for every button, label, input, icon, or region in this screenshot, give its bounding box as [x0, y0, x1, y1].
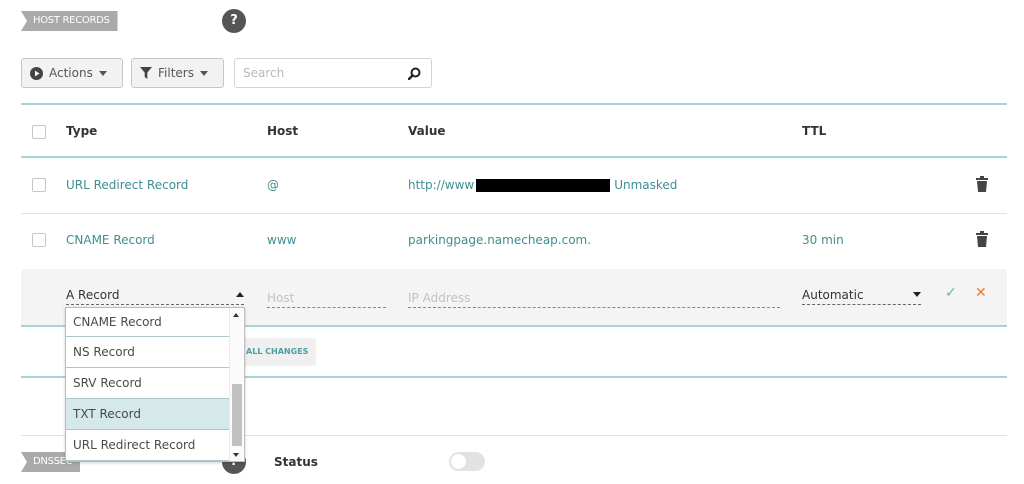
record-host[interactable]: @ [267, 178, 279, 192]
dropdown-scrollbar[interactable] [229, 308, 243, 461]
record-host[interactable]: www [267, 233, 296, 247]
search-input[interactable] [243, 66, 408, 80]
dropdown-option-highlighted[interactable]: TXT Record [66, 399, 229, 430]
dnssec-status-toggle[interactable] [449, 452, 485, 471]
chevron-up-icon [236, 292, 244, 297]
ttl-select-value: Automatic [802, 287, 864, 302]
record-value-suffix: Unmasked [614, 178, 678, 192]
cancel-x-icon[interactable]: ✕ [975, 285, 987, 301]
ttl-select[interactable]: Automatic [802, 285, 921, 305]
host-records-tag: HOST RECORDS [21, 11, 118, 31]
scroll-down-arrow-icon[interactable] [233, 453, 239, 457]
dnssec-status-label: Status [274, 455, 318, 469]
record-ttl[interactable]: 30 min [802, 233, 844, 247]
chevron-down-icon [98, 70, 107, 76]
select-all-checkbox[interactable] [32, 125, 46, 139]
actions-button[interactable]: Actions [21, 58, 123, 88]
redacted-block [476, 179, 611, 192]
record-value[interactable]: parkingpage.namecheap.com. [408, 233, 591, 247]
column-header-ttl: TTL [802, 124, 827, 138]
column-header-type: Type [66, 124, 98, 138]
type-select-value: A Record [66, 287, 120, 302]
filters-label: Filters [158, 66, 194, 80]
scrollbar-thumb[interactable] [232, 384, 242, 446]
toggle-knob [451, 454, 466, 469]
record-type[interactable]: URL Redirect Record [66, 178, 188, 192]
help-icon[interactable]: ? [222, 9, 246, 33]
divider [21, 213, 1007, 214]
record-type[interactable]: CNAME Record [66, 233, 155, 247]
search-icon[interactable] [408, 67, 421, 80]
search-box [234, 58, 432, 88]
dropdown-option[interactable]: CNAME Record [66, 308, 229, 337]
column-header-value: Value [408, 124, 446, 138]
chevron-down-icon [913, 292, 921, 297]
dropdown-option[interactable]: SRV Record [66, 368, 229, 399]
filter-icon [140, 67, 152, 79]
row-checkbox[interactable] [32, 178, 46, 192]
trash-icon[interactable] [976, 176, 988, 192]
confirm-check-icon[interactable]: ✓ [945, 285, 957, 301]
actions-label: Actions [49, 66, 93, 80]
row-checkbox[interactable] [32, 233, 46, 247]
column-header-host: Host [267, 124, 299, 138]
divider [21, 156, 1007, 158]
ip-address-input[interactable]: IP Address [408, 288, 780, 308]
record-value-prefix: http://www [408, 178, 475, 192]
scroll-up-arrow-icon[interactable] [233, 313, 239, 317]
filters-button[interactable]: Filters [131, 58, 224, 88]
type-select[interactable]: A Record [66, 285, 244, 305]
record-value[interactable]: http://www Unmasked [408, 178, 677, 192]
trash-icon[interactable] [976, 231, 988, 247]
chevron-down-icon [199, 70, 208, 76]
type-dropdown-list[interactable]: CNAME Record NS Record SRV Record TXT Re… [65, 307, 245, 462]
dropdown-option[interactable]: URL Redirect Record [66, 430, 229, 461]
play-circle-icon [30, 66, 43, 80]
dropdown-option[interactable]: NS Record [66, 337, 229, 368]
divider [21, 103, 1007, 105]
host-input[interactable]: Host [267, 288, 386, 308]
